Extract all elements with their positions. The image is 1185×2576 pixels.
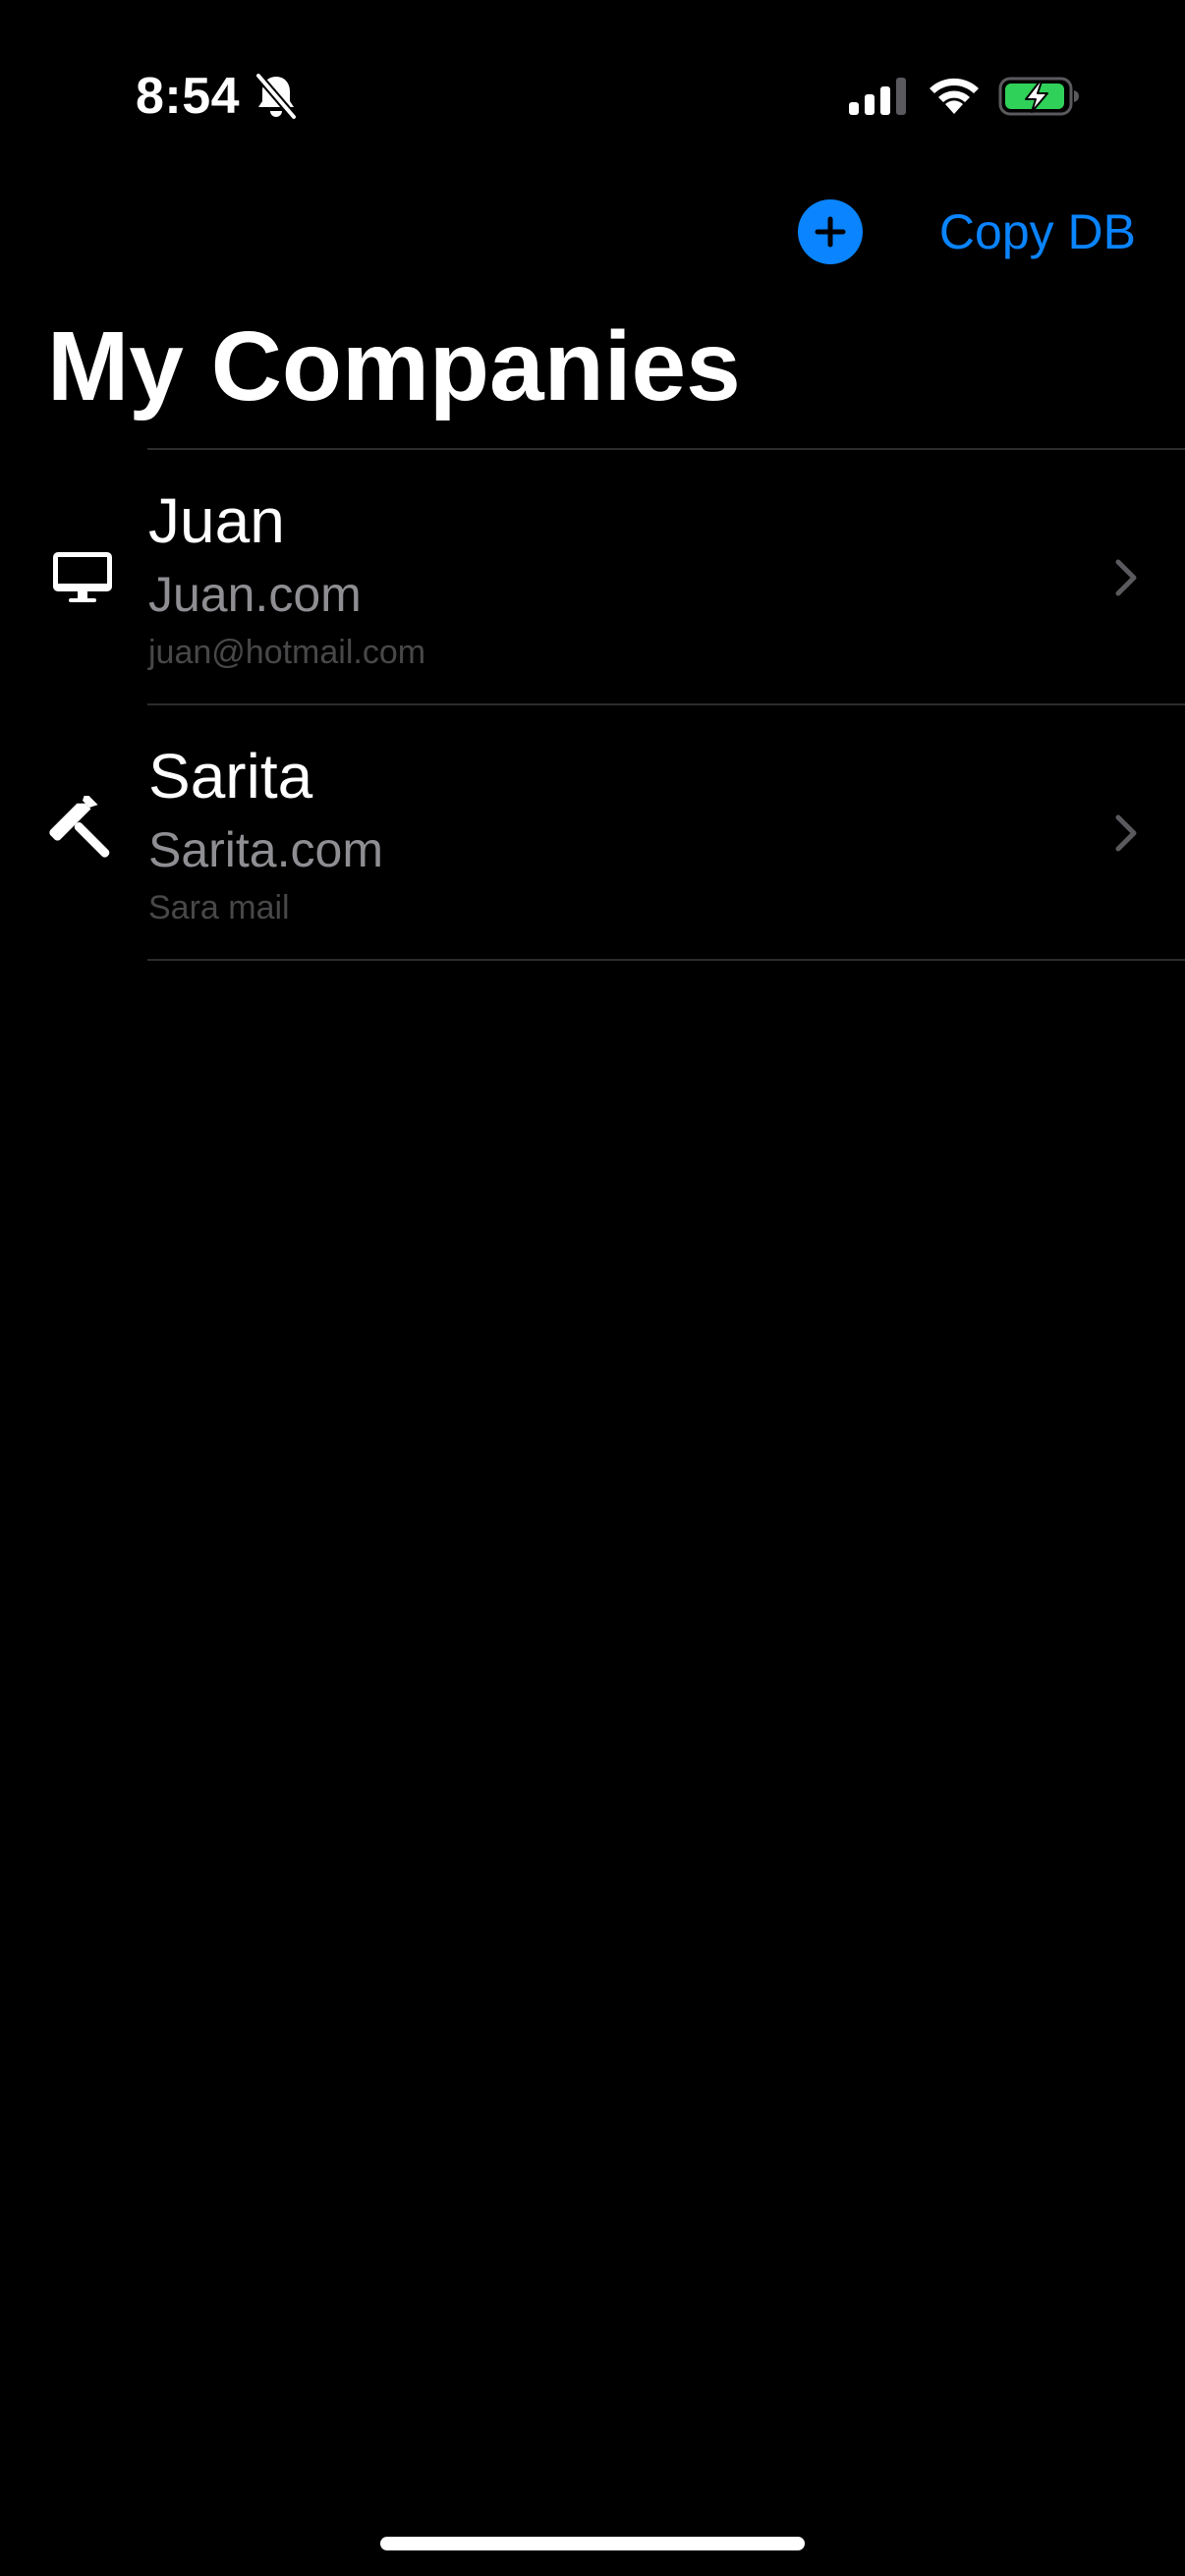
status-time: 8:54 <box>136 68 241 125</box>
hammer-icon <box>49 796 110 858</box>
company-email: juan@hotmail.com <box>148 634 426 671</box>
page-title: My Companies <box>47 311 741 421</box>
home-indicator[interactable] <box>380 2537 805 2550</box>
company-domain: Sarita.com <box>148 822 383 877</box>
company-row-juan[interactable]: Juan Juan.com juan@hotmail.com <box>0 450 1185 703</box>
battery-charging-icon <box>998 77 1079 116</box>
company-name: Sarita <box>148 741 313 812</box>
list-separator <box>147 959 1185 961</box>
desktop-computer-icon <box>53 552 112 602</box>
status-bar: 8:54 <box>0 0 1185 147</box>
cellular-signal-icon <box>849 78 906 115</box>
wifi-icon <box>930 78 979 114</box>
copy-db-button[interactable]: Copy DB <box>939 202 1136 261</box>
company-row-sarita[interactable]: Sarita Sarita.com Sara mail <box>0 705 1185 959</box>
company-list: Juan Juan.com juan@hotmail.com Sarita Sa… <box>0 448 1185 961</box>
plus-icon <box>815 216 846 248</box>
company-domain: Juan.com <box>148 567 362 622</box>
chevron-right-icon <box>1115 814 1137 852</box>
add-company-button[interactable] <box>798 199 863 264</box>
chevron-right-icon <box>1115 559 1137 596</box>
bell-slash-icon <box>254 73 298 120</box>
company-email: Sara mail <box>148 889 290 926</box>
company-name: Juan <box>148 485 285 556</box>
